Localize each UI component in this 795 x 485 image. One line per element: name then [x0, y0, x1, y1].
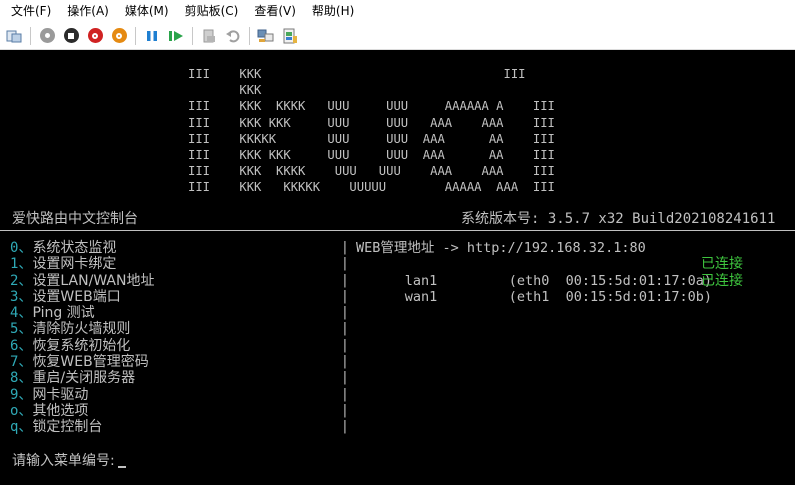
option-key: 8、 — [10, 370, 33, 387]
revert-icon[interactable] — [223, 26, 243, 46]
option-key: o、 — [10, 402, 33, 419]
share-icon[interactable] — [256, 26, 276, 46]
option-key: 4、 — [10, 305, 33, 322]
option-label: Ping 测试 — [32, 305, 95, 322]
toolbar-separator — [192, 26, 193, 45]
menu-option[interactable]: o、其他选项 — [10, 403, 154, 419]
ascii-line: III KKK KKK UUU UUU AAA AA III — [188, 148, 555, 163]
interface-row: wan1 (eth1 00:15:5d:01:17:0b) 已连接 — [356, 273, 743, 305]
connection-status: 已连接 — [701, 272, 743, 289]
toolbar-separator — [135, 26, 136, 45]
console-title: 爱快路由中文控制台 — [12, 211, 138, 227]
menu-action[interactable]: 操作(A) — [59, 0, 117, 22]
option-key: 2、 — [10, 272, 33, 289]
menu-option[interactable]: 1、设置网卡绑定 — [10, 256, 154, 272]
menu-option[interactable]: 7、恢复WEB管理密码 — [10, 354, 154, 370]
option-label: 网卡驱动 — [32, 386, 89, 403]
menu-option[interactable]: 9、网卡驱动 — [10, 387, 154, 403]
option-label: 设置网卡绑定 — [32, 256, 117, 273]
ascii-line: III KKK KKK UUU UUU AAA AAA III — [188, 115, 555, 130]
ascii-line: III KKKKK UUU UUU AAA AA III — [188, 131, 555, 146]
option-label: 恢复WEB管理密码 — [32, 354, 149, 371]
menu-option[interactable]: 2、设置LAN/WAN地址 — [10, 273, 154, 289]
option-key: 5、 — [10, 321, 33, 338]
menu-option[interactable]: 6、恢复系统初始化 — [10, 338, 154, 354]
stop-icon[interactable] — [61, 26, 81, 46]
menu-clipboard[interactable]: 剪贴板(C) — [177, 0, 247, 22]
option-label: 恢复系统初始化 — [32, 337, 131, 354]
toolbar-separator — [249, 26, 250, 45]
ascii-logo: III KKK III KKK III KKK KKKK UUU UUU AAAA… — [188, 66, 555, 196]
console-screen[interactable]: III KKK III KKK III KKK KKKK UUU UUU AAAA… — [0, 50, 795, 485]
settings-icon[interactable] — [4, 26, 24, 46]
interface-row: lan1 (eth0 00:15:5d:01:17:0a) 已连接 — [356, 256, 743, 288]
ctrl-alt-del-icon[interactable] — [37, 26, 57, 46]
option-key: 3、 — [10, 288, 33, 305]
option-label: 其他选项 — [32, 402, 89, 419]
option-key: 1、 — [10, 256, 33, 273]
ascii-line: KKK — [188, 83, 262, 98]
option-label: 系统状态监视 — [32, 240, 117, 256]
ascii-line: III KKK KKKK UUU UUU AAA AAA III — [188, 164, 555, 179]
option-label: 设置WEB端口 — [32, 288, 121, 305]
power-icon[interactable] — [109, 26, 129, 46]
option-key: 6、 — [10, 337, 33, 354]
option-key: 0、 — [10, 240, 33, 256]
menu-help[interactable]: 帮助(H) — [304, 0, 362, 22]
menu-option[interactable]: 5、清除防火墙规则 — [10, 321, 154, 337]
menu-view[interactable]: 查看(V) — [246, 0, 304, 22]
option-key: q、 — [10, 419, 33, 436]
menu-options-list: 0、系统状态监视 1、设置网卡绑定 2、设置LAN/WAN地址 3、设置WEB端口 4、… — [10, 240, 154, 436]
menu-option[interactable]: 0、系统状态监视 — [10, 240, 154, 256]
web-address: WEB管理地址 -> http://192.168.32.1:80 — [356, 240, 646, 256]
start-icon[interactable] — [166, 26, 186, 46]
option-key: 9、 — [10, 386, 33, 403]
interface-name: wan1 — [404, 288, 438, 305]
menu-bar: 文件(F) 操作(A) 媒体(M) 剪贴板(C) 查看(V) 帮助(H) — [0, 0, 795, 22]
checkpoint-icon[interactable] — [199, 26, 219, 46]
system-version: 系统版本号: 3.5.7 x32 Build202108241611 — [461, 211, 776, 227]
interface-detail: (eth1 00:15:5d:01:17:0b) — [508, 288, 712, 305]
connection-status: 已连接 — [701, 256, 743, 273]
enhanced-session-icon[interactable] — [280, 26, 300, 46]
input-prompt[interactable]: 请输入菜单编号: — [12, 450, 126, 470]
ascii-line: III KKK KKKKK UUUUU AAAAA AAA III — [188, 180, 555, 195]
menu-media[interactable]: 媒体(M) — [117, 0, 177, 22]
option-label: 锁定控制台 — [32, 419, 103, 436]
menu-option[interactable]: q、锁定控制台 — [10, 419, 154, 435]
toolbar-separator — [30, 26, 31, 45]
text-cursor — [117, 466, 126, 468]
shutdown-icon[interactable] — [85, 26, 105, 46]
pause-icon[interactable] — [142, 26, 162, 46]
option-key: 7、 — [10, 354, 33, 371]
network-info: WEB管理地址 -> http://192.168.32.1:80 lan1 (e… — [356, 240, 743, 305]
ascii-line: III KKK KKKK UUU UUU AAAAAA A III — [188, 99, 555, 114]
option-label: 清除防火墙规则 — [32, 321, 131, 338]
toolbar — [0, 22, 795, 50]
ascii-line: III KKK III — [188, 67, 526, 81]
option-label: 重启/关闭服务器 — [32, 370, 136, 387]
column-divider: | | | | | | | | | | | | — [341, 240, 349, 435]
menu-file[interactable]: 文件(F) — [3, 0, 59, 22]
header-divider — [0, 230, 795, 231]
prompt-label: 请输入菜单编号: — [12, 453, 115, 469]
menu-option[interactable]: 3、设置WEB端口 — [10, 289, 154, 305]
option-label: 设置LAN/WAN地址 — [32, 272, 155, 289]
menu-option[interactable]: 4、Ping 测试 — [10, 305, 154, 321]
menu-option[interactable]: 8、重启/关闭服务器 — [10, 370, 154, 386]
